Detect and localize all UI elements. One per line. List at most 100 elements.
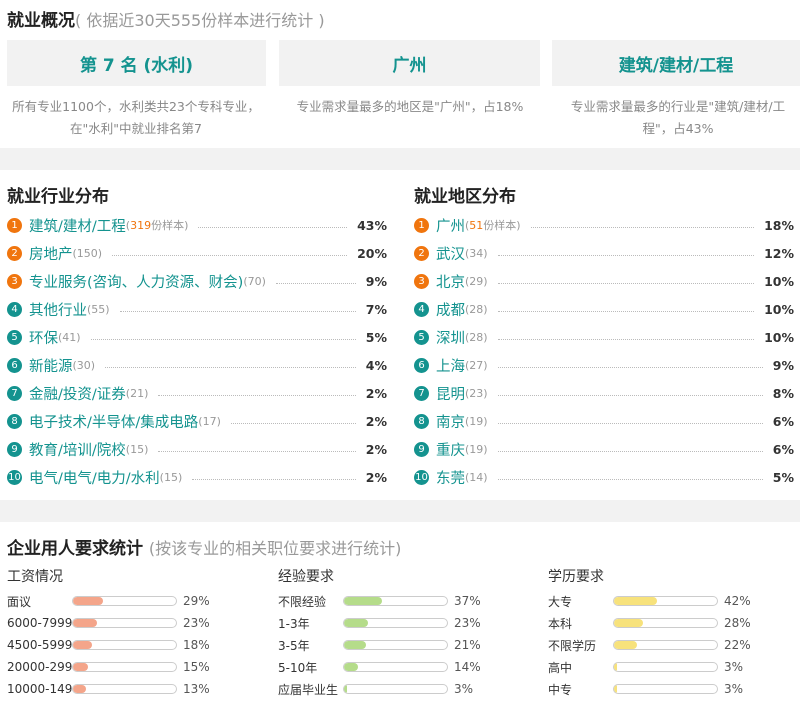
industry-row[interactable]: 2 房地产 (150) 20% [7, 242, 387, 264]
industry-row[interactable]: 6 新能源 (30) 4% [7, 354, 387, 376]
region-row[interactable]: 10 东莞 (14) 5% [414, 466, 794, 488]
industry-row[interactable]: 7 金融/投资/证券 (21) 2% [7, 382, 387, 404]
experience-row: 应届毕业生 3% [278, 678, 473, 700]
rank-badge: 9 [414, 441, 429, 457]
industry-row[interactable]: 4 其他行业 (55) 7% [7, 298, 387, 320]
industry-row[interactable]: 1 建筑/建材/工程 (319份样本) 43% [7, 214, 387, 236]
sample-count-value: 15 [163, 470, 178, 484]
experience-percent: 21% [454, 638, 481, 652]
region-name[interactable]: 上海 [436, 355, 465, 376]
industry-row[interactable]: 9 教育/培训/院校 (15) 2% [7, 438, 387, 460]
industry-percent: 2% [365, 469, 387, 485]
industry-name[interactable]: 新能源 [29, 355, 73, 376]
industry-row[interactable]: 5 环保 (41) 5% [7, 326, 387, 348]
industry-name[interactable]: 房地产 [29, 243, 73, 264]
experience-label: 不限经验 [278, 594, 327, 609]
sample-count: (30) [72, 358, 96, 372]
sample-count-value: 17 [202, 414, 217, 428]
region-name[interactable]: 广州 [436, 215, 465, 236]
education-column: 学历要求 大专 42% 本科 28% 不限学历 22% 高中 3% 中专 3% [548, 566, 798, 697]
industry-name[interactable]: 专业服务(咨询、人力资源、财会) [29, 271, 243, 292]
experience-row: 不限经验 37% [278, 590, 481, 612]
overview-card-region: 广州 [279, 40, 540, 86]
education-bar [613, 684, 718, 694]
industry-row[interactable]: 10 电气/电气/电力/水利 (15) 2% [7, 466, 387, 488]
section-divider [0, 148, 800, 170]
education-bar [613, 596, 718, 606]
region-row[interactable]: 8 南京 (19) 6% [414, 410, 794, 432]
salary-heading: 工资情况 [7, 569, 63, 585]
salary-bar [72, 618, 177, 628]
region-row[interactable]: 7 昆明 (23) 8% [414, 382, 794, 404]
experience-bar-fill [344, 619, 368, 627]
experience-percent: 23% [454, 616, 481, 630]
region-row[interactable]: 6 上海 (27) 9% [414, 354, 794, 376]
region-name[interactable]: 重庆 [436, 439, 465, 460]
industry-percent: 2% [365, 385, 387, 401]
region-row[interactable]: 4 成都 (28) 10% [414, 298, 794, 320]
experience-percent: 3% [454, 682, 474, 696]
region-name[interactable]: 深圳 [436, 327, 465, 348]
region-name[interactable]: 北京 [436, 271, 465, 292]
region-name[interactable]: 昆明 [436, 383, 465, 404]
region-name[interactable]: 成都 [436, 299, 465, 320]
sample-count-value: 23 [469, 386, 484, 400]
dotted-leader [119, 310, 356, 312]
requirements-title-text: 企业用人要求统计 [7, 539, 143, 559]
rank-badge: 3 [414, 273, 429, 289]
requirements-subtitle: (按该专业的相关职位要求进行统计) [148, 539, 402, 558]
education-bar-fill [614, 663, 618, 671]
sample-count: (19) [465, 442, 488, 456]
industry-name[interactable]: 其他行业 [29, 299, 87, 320]
rank-badge: 8 [414, 413, 429, 429]
dotted-leader [530, 226, 755, 228]
salary-label: 4500-5999 [7, 638, 72, 652]
region-row[interactable]: 2 武汉 (34) 12% [414, 242, 794, 264]
sample-count-value: 29 [469, 274, 484, 288]
salary-bar [72, 684, 177, 694]
dotted-leader [105, 366, 356, 368]
salary-percent: 29% [183, 594, 210, 608]
region-percent: 5% [772, 469, 794, 485]
education-label: 中专 [548, 682, 573, 697]
industry-name[interactable]: 金融/投资/证券 [29, 383, 126, 404]
industry-name[interactable]: 建筑/建材/工程 [29, 215, 126, 236]
salary-label: 面议 [7, 594, 32, 609]
education-heading: 学历要求 [548, 569, 604, 585]
dotted-leader [90, 338, 356, 340]
education-bar-fill [614, 641, 637, 649]
region-percent: 10% [764, 301, 794, 317]
education-label: 大专 [548, 594, 573, 609]
experience-label: 1-3年 [278, 616, 310, 631]
experience-bar-fill [344, 641, 366, 649]
overview-title-text: 就业概况 [7, 11, 75, 31]
rank-badge: 2 [414, 245, 429, 261]
industry-percent: 20% [357, 245, 387, 261]
sample-count: (17) [198, 414, 221, 428]
experience-label: 应届毕业生 [278, 682, 339, 697]
region-name[interactable]: 东莞 [436, 467, 465, 488]
region-row[interactable]: 9 重庆 (19) 6% [414, 438, 794, 460]
salary-row: 6000-7999 23% [7, 612, 210, 634]
sample-count: (55) [87, 302, 110, 316]
industry-row[interactable]: 8 电子技术/半导体/集成电路 (17) 2% [7, 410, 387, 432]
industry-name[interactable]: 电气/电气/电力/水利 [29, 467, 160, 488]
rank-badge: 4 [7, 301, 22, 317]
region-name[interactable]: 武汉 [436, 243, 465, 264]
salary-label: 6000-7999 [7, 616, 72, 630]
industry-name[interactable]: 环保 [29, 327, 58, 348]
region-row[interactable]: 5 深圳 (28) 10% [414, 326, 794, 348]
region-name[interactable]: 南京 [436, 411, 465, 432]
education-label: 高中 [548, 660, 573, 675]
industry-name[interactable]: 教育/培训/院校 [29, 439, 126, 460]
sample-count: (319份样本) [125, 219, 189, 232]
sample-count-value: 19 [469, 442, 484, 456]
education-bar-fill [614, 597, 658, 605]
region-row[interactable]: 3 北京 (29) 10% [414, 270, 794, 292]
industry-name[interactable]: 电子技术/半导体/集成电路 [29, 411, 198, 432]
sample-count-value: 15 [130, 442, 145, 456]
education-bar-fill [614, 685, 618, 693]
industry-row[interactable]: 3 专业服务(咨询、人力资源、财会) (70) 9% [7, 270, 387, 292]
rank-badge: 1 [7, 217, 22, 233]
region-row[interactable]: 1 广州 (51份样本) 18% [414, 214, 794, 236]
